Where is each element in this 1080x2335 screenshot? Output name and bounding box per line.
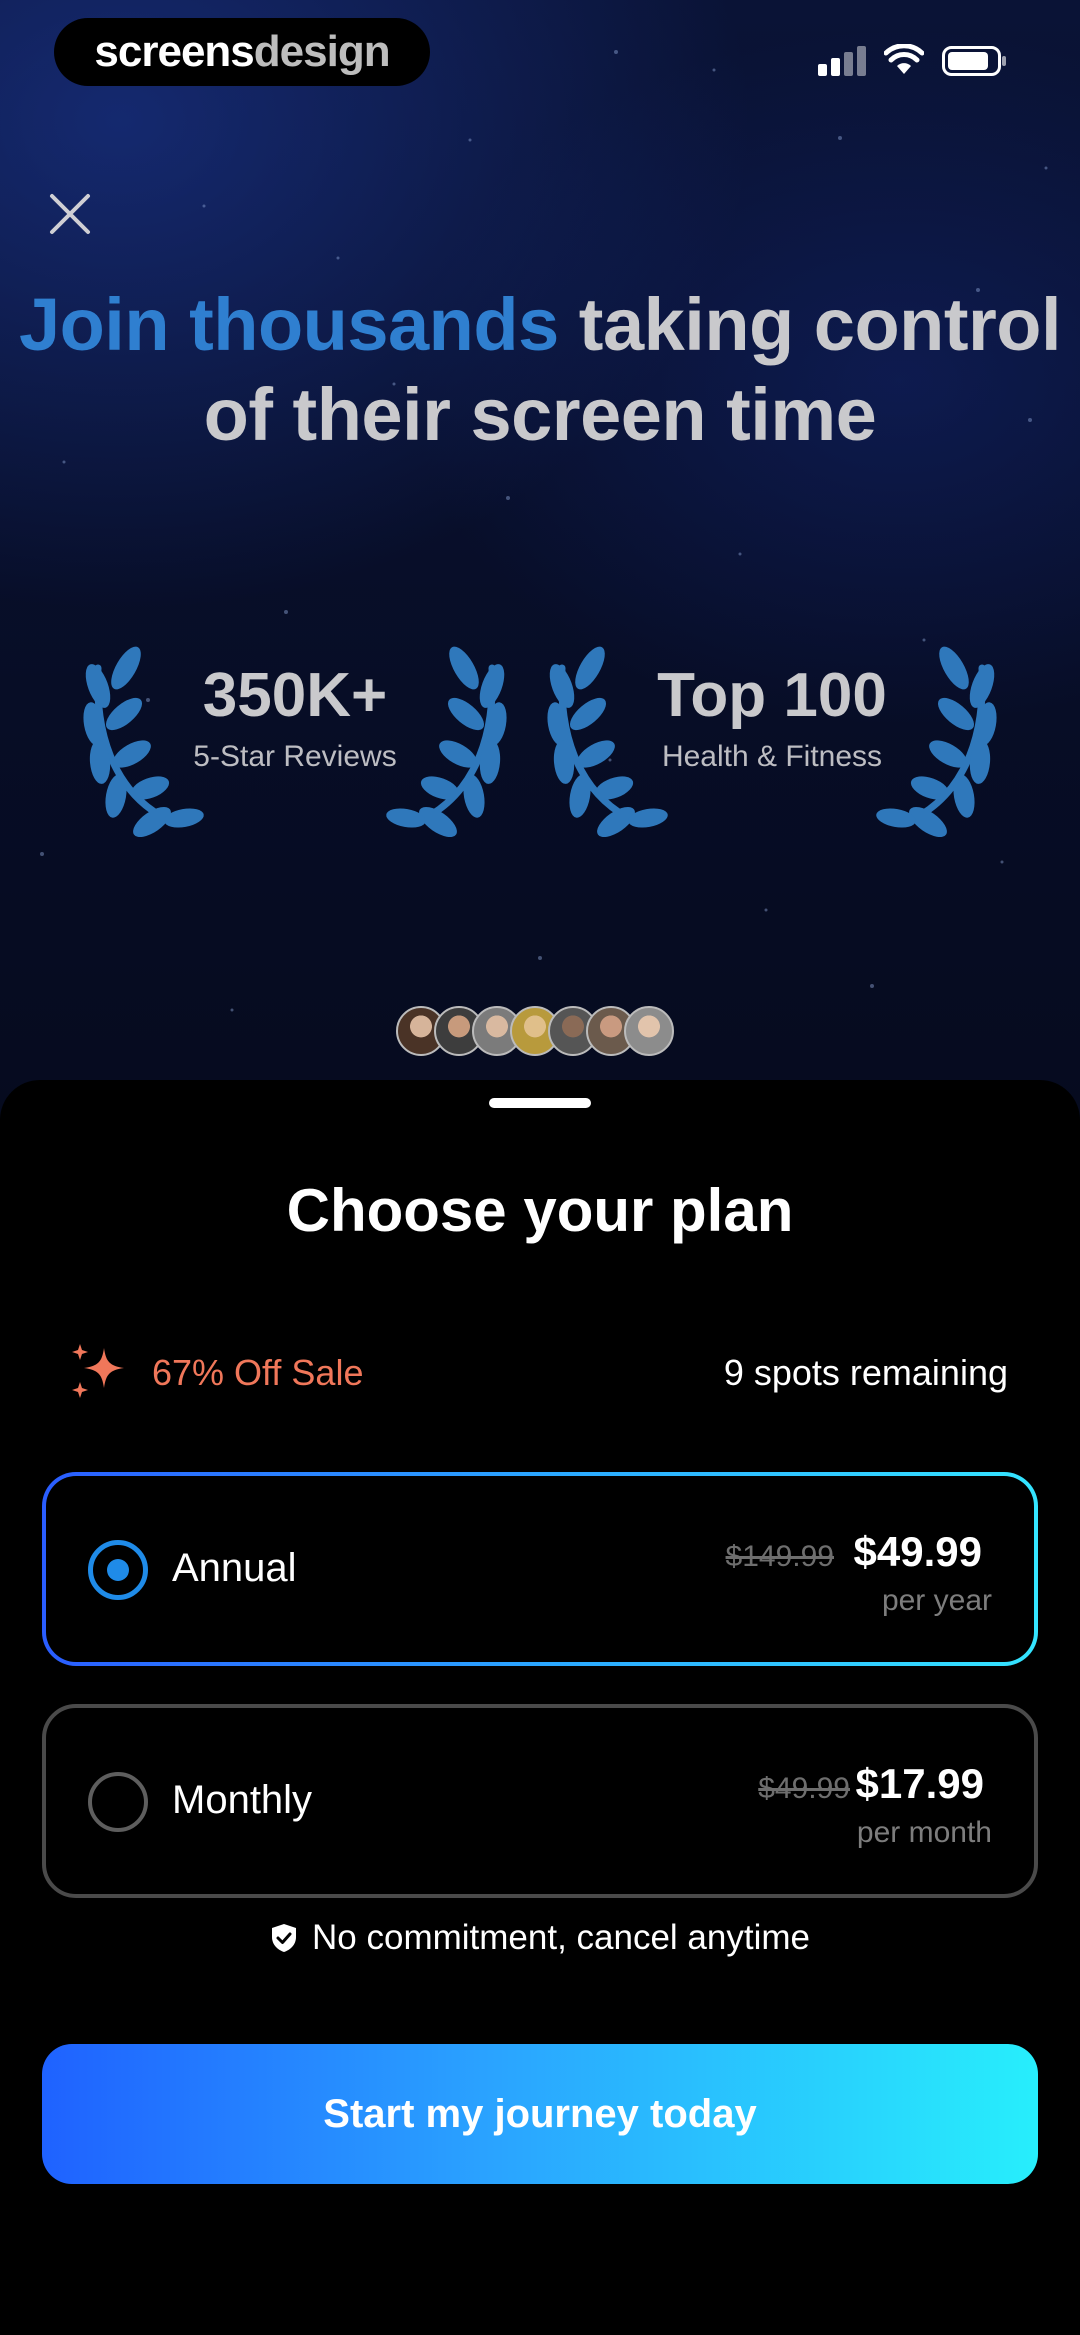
plan-name: Monthly (172, 1778, 313, 1822)
no-commitment-note: No commitment, cancel anytime (0, 1918, 1080, 1968)
plan-option-annual[interactable]: Annual $149.99 $49.99 per year (42, 1472, 1038, 1666)
award-label: 5-Star Reviews (193, 740, 397, 773)
brand-watermark: screens design (54, 18, 430, 86)
plan-price: $17.99 (855, 1760, 984, 1807)
avatar (624, 1006, 674, 1056)
sheet-grabber[interactable] (489, 1098, 591, 1108)
award-value: 350K+ (202, 661, 388, 730)
spots-remaining: 9 spots remaining (723, 1352, 1008, 1393)
star-field-background (40, 50, 1048, 1012)
billing-period: per month (856, 1816, 992, 1849)
headline-line1: taking control (558, 283, 1062, 366)
shield-check-icon (272, 1924, 297, 1952)
sale-row: 67% Off Sale 9 spots remaining (70, 1342, 1010, 1402)
sheet-title: Choose your plan (286, 1177, 794, 1244)
wifi-icon (884, 44, 924, 74)
original-price: $149.99 (725, 1540, 834, 1573)
no-commitment-text: No commitment, cancel anytime (312, 1918, 810, 1957)
brand-text-screens: screens (94, 27, 254, 76)
paywall-screen: screens design Join thousands taking cont… (0, 0, 1080, 2335)
cellular-signal-icon (818, 46, 866, 76)
sale-label: 67% Off Sale (152, 1352, 364, 1393)
award-value: Top 100 (657, 661, 887, 730)
headline: Join thousands taking control of their s… (0, 280, 1080, 460)
plan-sheet: Choose your plan 67% Off Sale 9 spots re… (0, 1080, 1080, 2335)
user-avatars (396, 1006, 674, 1060)
award-label: Health & Fitness (661, 740, 883, 773)
billing-period: per year (881, 1584, 992, 1617)
award-ranking: Top 100 Health & Fitness (544, 628, 1000, 848)
headline-line2: of their screen time (203, 373, 877, 456)
plan-price: $49.99 (853, 1528, 982, 1575)
radio-selected[interactable] (88, 1540, 148, 1600)
headline-accent: Join thousands (18, 283, 559, 366)
start-journey-button[interactable]: Start my journey today (42, 2044, 1038, 2184)
battery-icon (942, 46, 1006, 76)
sparkle-icon (72, 1344, 124, 1398)
plan-name: Annual (172, 1546, 297, 1590)
status-bar: screens design (0, 0, 1080, 110)
plan-option-monthly[interactable]: Monthly $49.99 $17.99 per month (42, 1704, 1038, 1898)
close-icon[interactable] (44, 188, 96, 240)
radio-unselected[interactable] (88, 1772, 148, 1832)
original-price: $49.99 (758, 1772, 850, 1805)
brand-text-design: design (253, 27, 391, 76)
award-reviews: 350K+ 5-Star Reviews (80, 628, 510, 848)
